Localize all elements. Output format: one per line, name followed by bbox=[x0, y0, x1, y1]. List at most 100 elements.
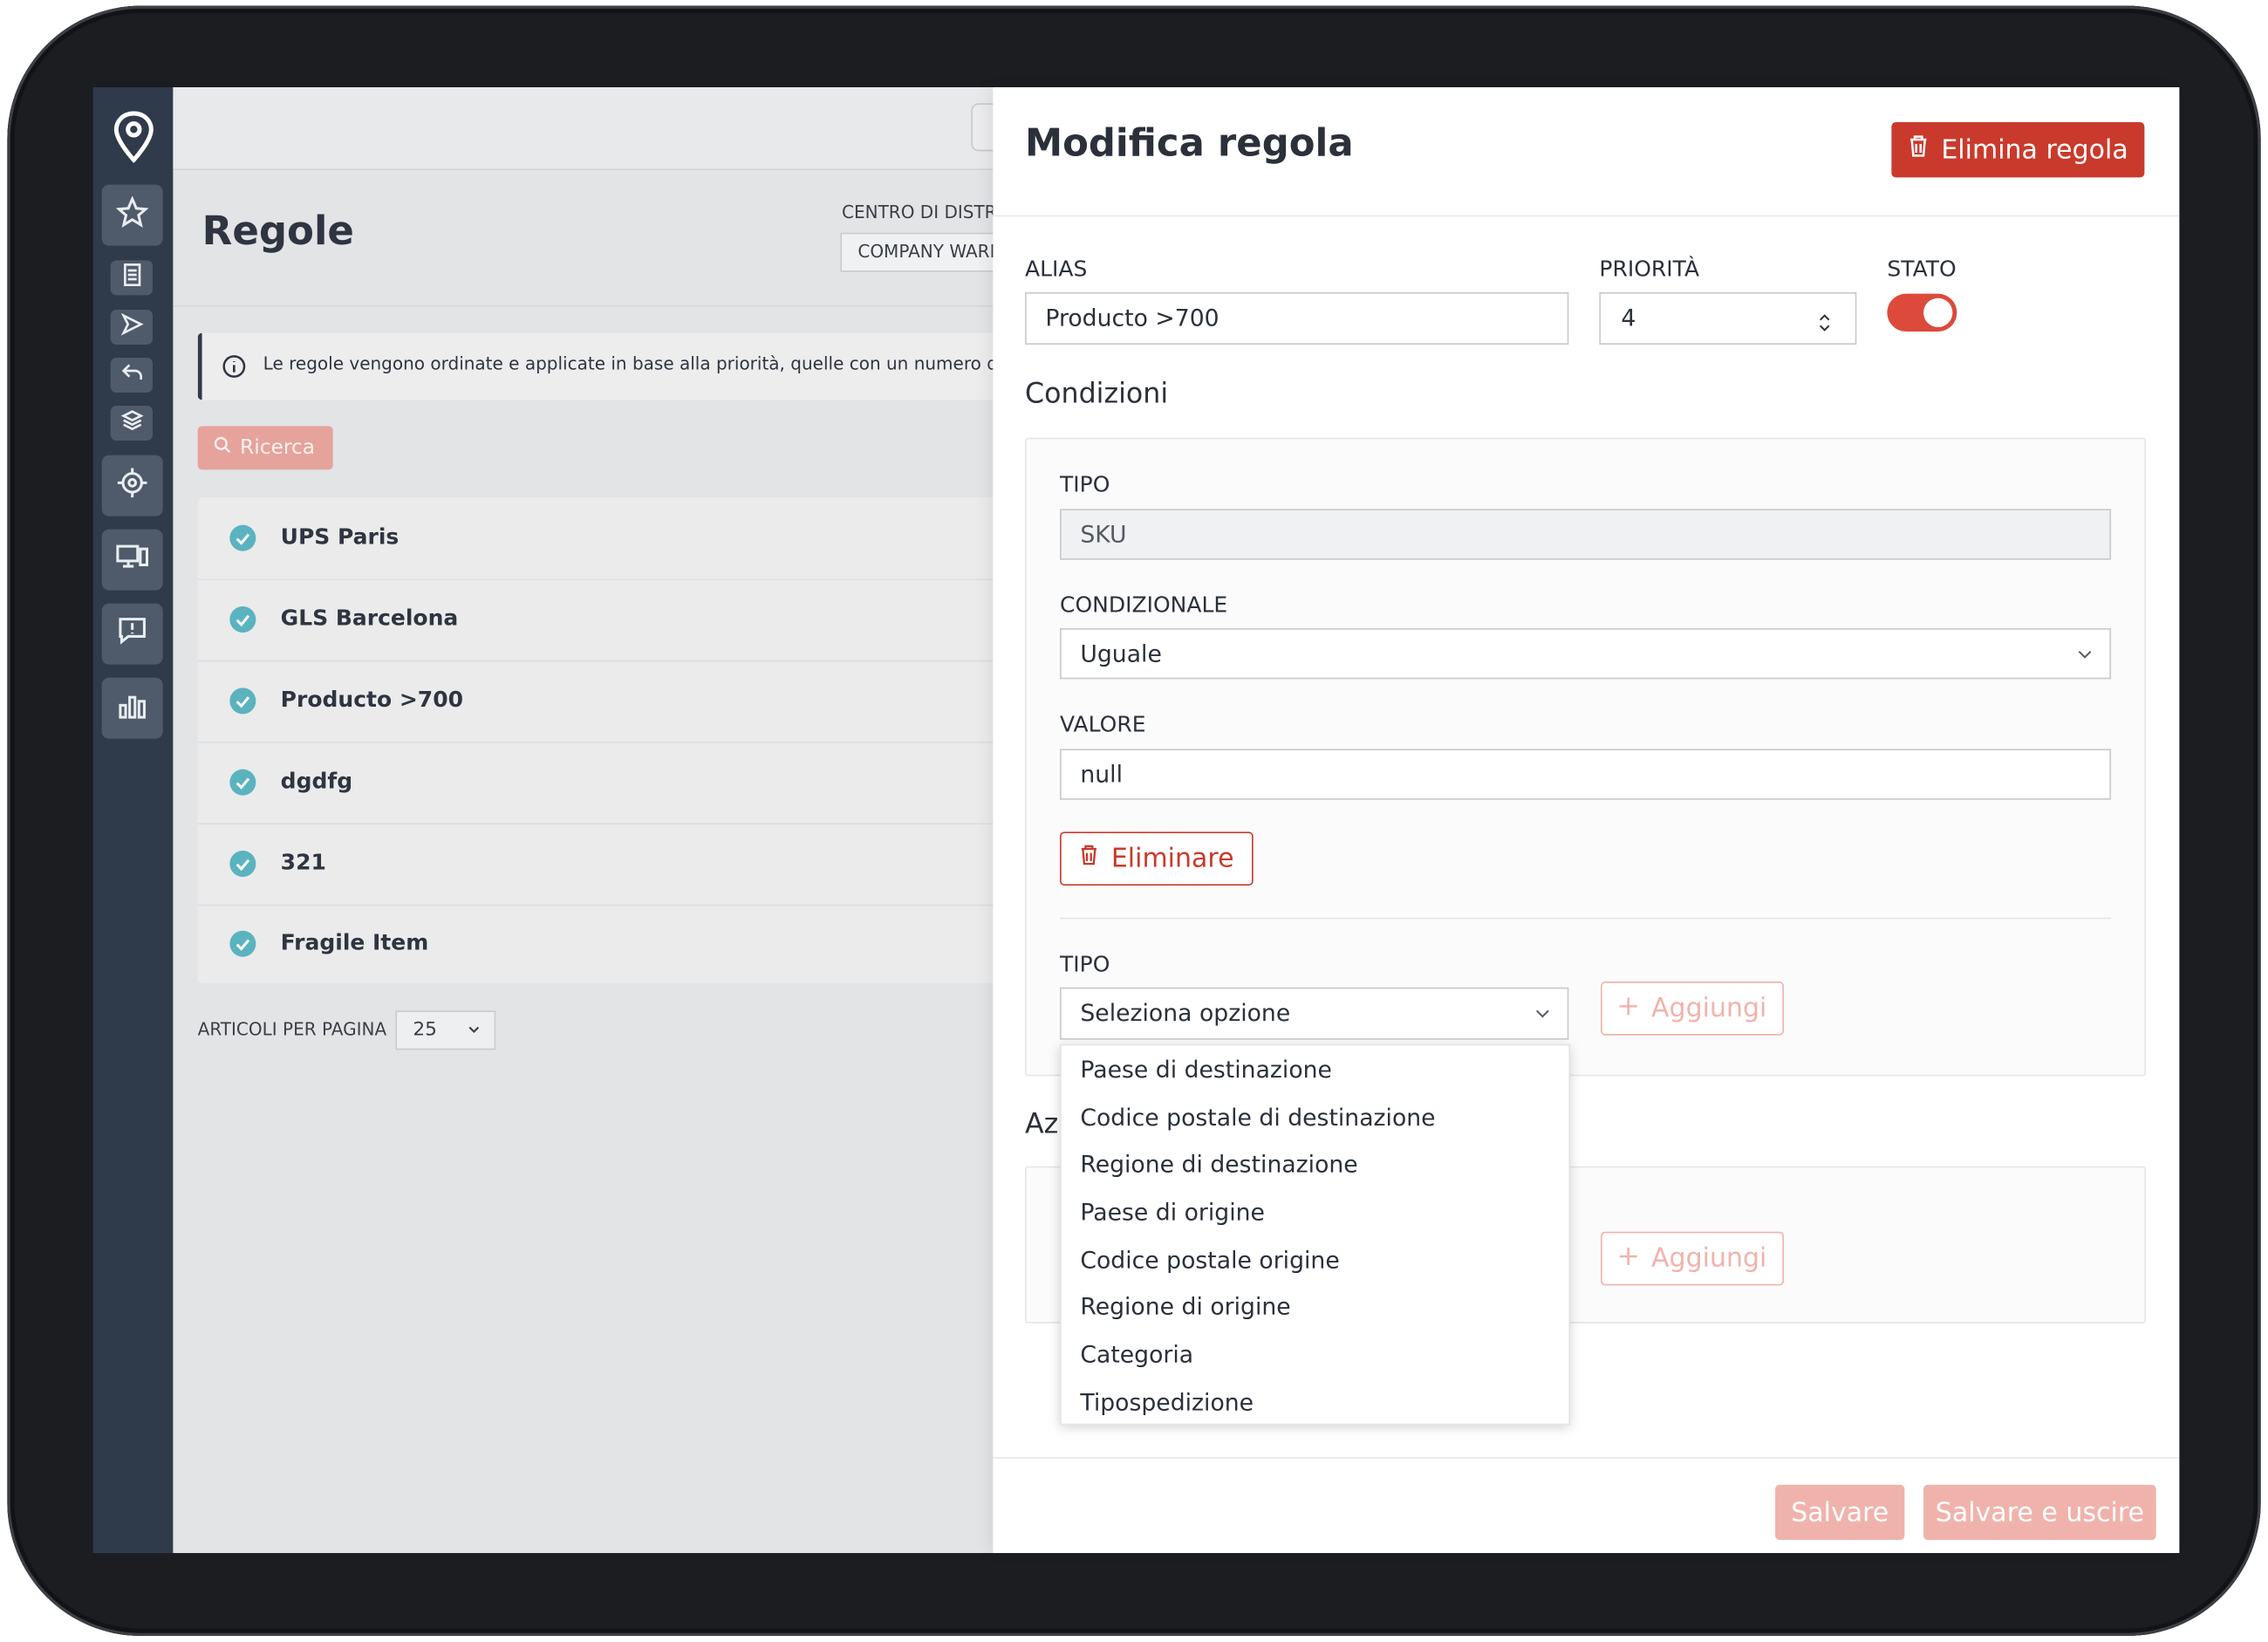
toggle-knob bbox=[1923, 298, 1953, 328]
chevron-down-icon bbox=[2076, 631, 2094, 679]
edit-rule-panel: Modifica regola Elimina regola ALIAS Pro… bbox=[993, 87, 2180, 1554]
bar-chart-icon bbox=[116, 689, 148, 727]
sidebar-item-tracking[interactable] bbox=[101, 455, 163, 517]
conditions-card: TIPO SKU CONDIZIONALE Uguale VALORE null… bbox=[1025, 437, 2147, 1077]
save-button[interactable]: Salvare bbox=[1775, 1484, 1905, 1541]
status-label: STATO bbox=[1887, 256, 1957, 283]
new-condition-type-select[interactable]: Seleziona opzione bbox=[1060, 987, 1569, 1040]
priority-stepper[interactable]: 4 bbox=[1599, 292, 1857, 346]
return-icon bbox=[120, 360, 144, 389]
sidebar-item-documents[interactable] bbox=[110, 260, 154, 296]
sidebar-nav bbox=[92, 87, 174, 1554]
dropdown-option[interactable]: Regione di destinazione bbox=[1062, 1140, 1569, 1187]
list-item[interactable]: Producto >700 bbox=[197, 660, 995, 743]
add-action-label: Aggiungi bbox=[1651, 1243, 1767, 1275]
search-icon bbox=[214, 436, 231, 460]
document-icon bbox=[121, 263, 141, 292]
rule-name: Fragile Item bbox=[280, 929, 429, 956]
priority-value: 4 bbox=[1621, 304, 1636, 332]
star-icon bbox=[115, 195, 149, 234]
chevron-down-icon bbox=[467, 1014, 482, 1050]
delete-condition-button[interactable]: Eliminare bbox=[1060, 831, 1254, 886]
chevron-down-icon bbox=[1534, 990, 1551, 1040]
info-box: Le regole vengono ordinate e applicate i… bbox=[197, 332, 995, 400]
items-per-page-select[interactable]: 25 bbox=[395, 1010, 496, 1050]
status-toggle[interactable] bbox=[1887, 293, 1957, 332]
check-icon bbox=[229, 524, 256, 551]
sidebar-item-shipments[interactable] bbox=[110, 310, 154, 346]
divider bbox=[1060, 917, 2112, 920]
search-label: Ricerca bbox=[240, 436, 316, 460]
divider bbox=[173, 305, 995, 307]
check-icon bbox=[229, 688, 256, 715]
condition-type-label: TIPO bbox=[1060, 471, 1110, 498]
new-condition-type-label: TIPO bbox=[1060, 951, 1110, 978]
dropdown-option[interactable]: Tipospedizione bbox=[1062, 1379, 1569, 1426]
plus-icon bbox=[1618, 1243, 1638, 1274]
sidebar-item-layers[interactable] bbox=[110, 406, 154, 441]
trash-icon bbox=[1908, 133, 1930, 166]
target-icon bbox=[116, 467, 148, 504]
check-icon bbox=[229, 606, 256, 633]
trash-icon bbox=[1079, 844, 1099, 874]
layers-icon bbox=[120, 408, 144, 437]
dropdown-option[interactable]: Paese di destinazione bbox=[1062, 1045, 1569, 1092]
list-item[interactable]: GLS Barcelona bbox=[197, 578, 995, 662]
list-item[interactable]: 321 bbox=[197, 823, 995, 907]
rule-name: GLS Barcelona bbox=[280, 605, 459, 632]
items-per-page-value: 25 bbox=[413, 1019, 437, 1042]
add-action-button[interactable]: Aggiungi bbox=[1601, 1231, 1785, 1286]
distribution-center-select[interactable]: COMPANY WARI bbox=[840, 232, 995, 272]
check-icon bbox=[229, 930, 256, 957]
panel-title: Modifica regola bbox=[1025, 122, 1354, 167]
list-item[interactable]: Fragile Item bbox=[198, 905, 994, 983]
delete-condition-label: Eliminare bbox=[1110, 843, 1234, 874]
condition-type-field: SKU bbox=[1060, 509, 2112, 560]
devices-icon bbox=[115, 541, 150, 578]
list-item[interactable]: dgdfg bbox=[197, 742, 995, 825]
info-text: Le regole vengono ordinate e applicate i… bbox=[263, 353, 995, 374]
conditional-select[interactable]: Uguale bbox=[1060, 628, 2112, 680]
alert-message-icon bbox=[116, 615, 148, 653]
plus-icon bbox=[1618, 993, 1638, 1023]
priority-label: PRIORITÀ bbox=[1599, 256, 1700, 283]
dropdown-option[interactable]: Codice postale origine bbox=[1062, 1235, 1569, 1283]
alias-label: ALIAS bbox=[1025, 256, 1088, 283]
conditions-title: Condizioni bbox=[1025, 378, 1169, 411]
send-icon bbox=[120, 312, 144, 341]
dropdown-option[interactable]: Categoria bbox=[1062, 1331, 1569, 1378]
sidebar-item-analytics[interactable] bbox=[101, 677, 163, 739]
rule-name: Producto >700 bbox=[280, 686, 464, 713]
top-bar bbox=[173, 87, 995, 171]
sidebar-item-returns[interactable] bbox=[110, 358, 154, 393]
add-condition-button[interactable]: Aggiungi bbox=[1601, 982, 1785, 1036]
sidebar-item-alerts[interactable] bbox=[101, 603, 163, 665]
value-label: VALORE bbox=[1060, 711, 1146, 738]
select-placeholder: Seleziona opzione bbox=[1080, 999, 1291, 1027]
divider bbox=[993, 215, 2180, 217]
value-input[interactable]: null bbox=[1060, 749, 2112, 800]
spinner-arrows-icon[interactable] bbox=[1817, 304, 1832, 353]
dropdown-option[interactable]: Codice postale di destinazione bbox=[1062, 1093, 1569, 1140]
delete-rule-button[interactable]: Elimina regola bbox=[1891, 122, 2145, 178]
save-and-exit-button[interactable]: Salvare e uscire bbox=[1923, 1484, 2156, 1541]
delete-rule-label: Elimina regola bbox=[1941, 134, 2128, 166]
rule-name: 321 bbox=[280, 849, 326, 876]
top-search-box[interactable] bbox=[971, 103, 995, 152]
distribution-center-label: CENTRO DI DISTRIE bbox=[842, 202, 995, 223]
dropdown-option[interactable]: Paese di origine bbox=[1062, 1188, 1569, 1235]
conditional-label: CONDIZIONALE bbox=[1060, 592, 1228, 619]
rules-page-bg: Regole CENTRO DI DISTRIE COMPANY WARI Le… bbox=[173, 87, 995, 1554]
footer-divider bbox=[993, 1457, 2180, 1459]
alias-input[interactable]: Producto >700 bbox=[1025, 292, 1569, 346]
sidebar-item-devices[interactable] bbox=[101, 529, 163, 591]
add-condition-label: Aggiungi bbox=[1651, 993, 1767, 1024]
sidebar-item-favorites[interactable] bbox=[101, 184, 163, 246]
scaled-stage: Regole CENTRO DI DISTRIE COMPANY WARI Le… bbox=[0, 0, 2268, 1642]
search-button[interactable]: Ricerca bbox=[197, 426, 333, 470]
type-dropdown-menu: Paese di destinazione Codice postale di … bbox=[1060, 1043, 1571, 1426]
info-icon bbox=[222, 355, 246, 384]
list-item[interactable]: UPS Paris bbox=[197, 497, 995, 581]
dropdown-option[interactable]: Regione di origine bbox=[1062, 1283, 1569, 1331]
rule-name: UPS Paris bbox=[280, 523, 400, 551]
